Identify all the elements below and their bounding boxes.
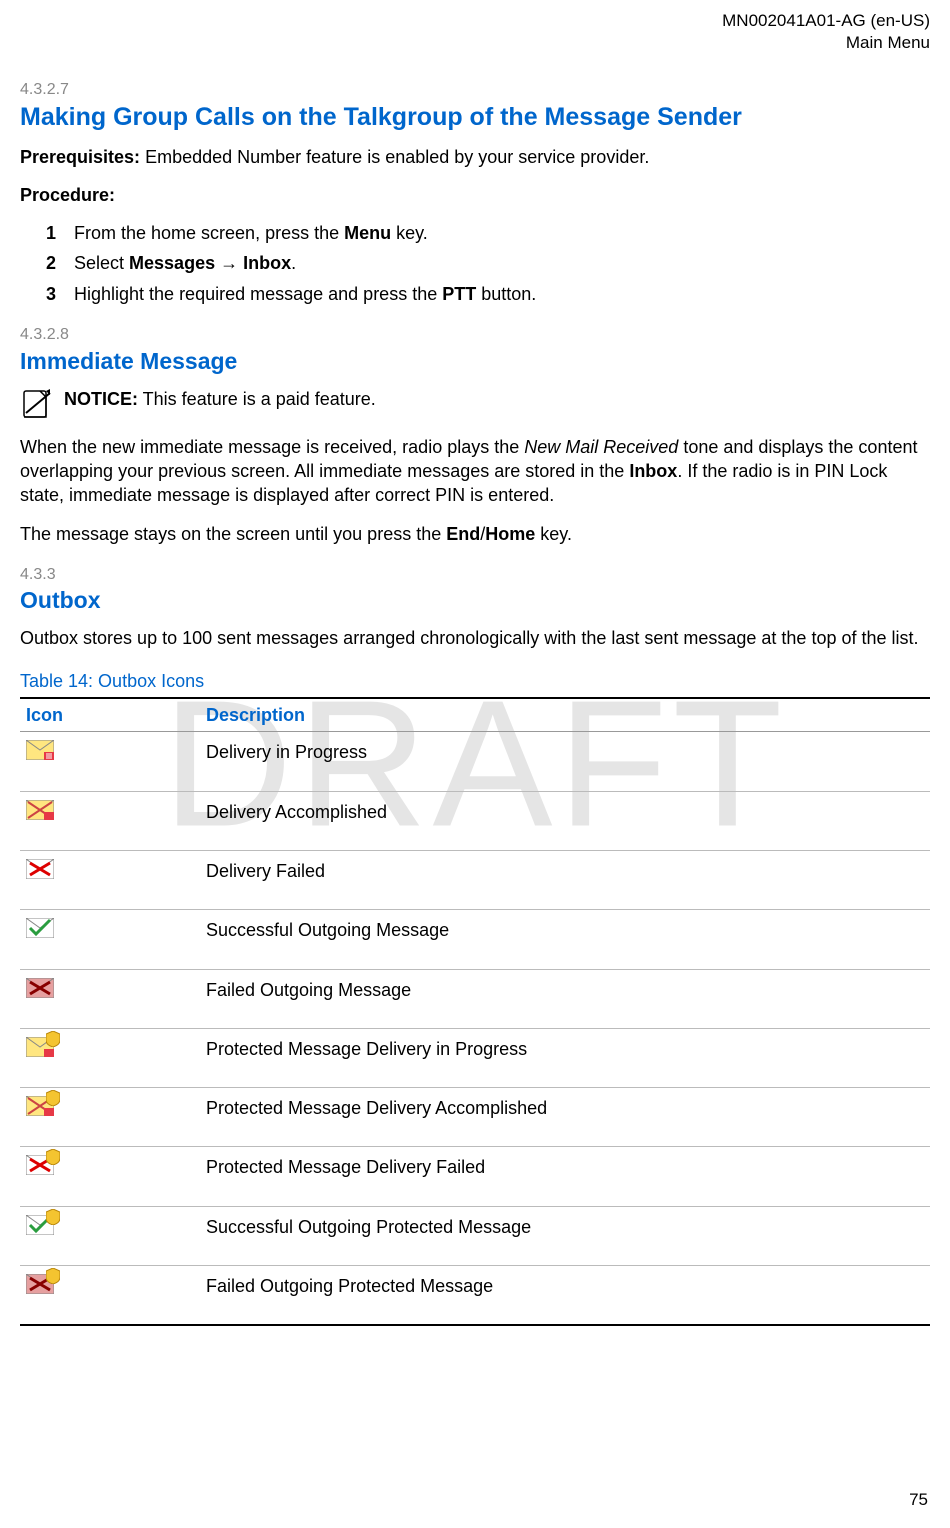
step-number: 2 <box>46 251 74 275</box>
table-row: Delivery Accomplished <box>20 791 930 850</box>
list-item: 3 Highlight the required message and pre… <box>46 282 930 306</box>
list-item: 2 Select Messages → Inbox. <box>46 251 930 275</box>
description-cell: Successful Outgoing Message <box>200 910 930 969</box>
list-item: 1 From the home screen, press the Menu k… <box>46 221 930 245</box>
page-number: 75 <box>909 1489 928 1512</box>
icon-cell <box>20 732 200 791</box>
table-row: Successful Outgoing Message <box>20 910 930 969</box>
step-text: Highlight the required message and press… <box>74 282 536 306</box>
paragraph: Outbox stores up to 100 sent messages ar… <box>20 626 930 650</box>
icon-cell <box>20 1266 200 1326</box>
icon-cell <box>20 1028 200 1087</box>
table-row: Successful Outgoing Protected Message <box>20 1206 930 1265</box>
table-row: Protected Message Delivery in Progress <box>20 1028 930 1087</box>
section-title: Making Group Calls on the Talkgroup of t… <box>20 101 930 135</box>
description-cell: Protected Message Delivery Accomplished <box>200 1088 930 1147</box>
procedure-label: Procedure: <box>20 183 930 207</box>
description-cell: Failed Outgoing Protected Message <box>200 1266 930 1326</box>
procedure-list: 1 From the home screen, press the Menu k… <box>46 221 930 306</box>
envelope-protected-accomplished-icon <box>26 1096 54 1122</box>
icon-cell <box>20 1147 200 1206</box>
page-header: MN002041A01-AG (en-US) Main Menu <box>20 10 930 54</box>
description-cell: Protected Message Delivery Failed <box>200 1147 930 1206</box>
icon-cell <box>20 791 200 850</box>
prereq-label: Prerequisites: <box>20 147 140 167</box>
step-text: Select Messages → Inbox. <box>74 251 296 275</box>
envelope-delivery-accomplished-icon <box>26 800 54 820</box>
table-row: Delivery Failed <box>20 850 930 909</box>
outbox-icons-table: Icon Description Delivery in Progress <box>20 697 930 1326</box>
step-text: From the home screen, press the Menu key… <box>74 221 428 245</box>
table-title: Table 14: Outbox Icons <box>20 669 930 693</box>
description-cell: Delivery Failed <box>200 850 930 909</box>
envelope-success-outgoing-icon <box>26 918 54 938</box>
description-cell: Delivery Accomplished <box>200 791 930 850</box>
table-row: Failed Outgoing Message <box>20 969 930 1028</box>
envelope-protected-failed-outgoing-icon <box>26 1274 54 1300</box>
icon-cell <box>20 969 200 1028</box>
notice-icon <box>20 387 52 419</box>
notice-text: NOTICE: This feature is a paid feature. <box>64 387 376 411</box>
notice: NOTICE: This feature is a paid feature. <box>20 387 930 419</box>
envelope-delivery-failed-icon <box>26 859 54 879</box>
table-row: Protected Message Delivery Accomplished <box>20 1088 930 1147</box>
doc-id: MN002041A01-AG (en-US) <box>20 10 930 32</box>
section-title: Outbox <box>20 585 930 616</box>
envelope-protected-failed-icon <box>26 1155 54 1181</box>
envelope-protected-progress-icon <box>26 1037 54 1063</box>
envelope-failed-outgoing-icon <box>26 978 54 998</box>
envelope-protected-success-outgoing-icon <box>26 1215 54 1241</box>
icon-cell <box>20 1088 200 1147</box>
table-row: Delivery in Progress <box>20 732 930 791</box>
table-row: Failed Outgoing Protected Message <box>20 1266 930 1326</box>
icon-cell <box>20 1206 200 1265</box>
step-number: 1 <box>46 221 74 245</box>
step-number: 3 <box>46 282 74 306</box>
section-number: 4.3.2.7 <box>20 79 930 101</box>
description-cell: Protected Message Delivery in Progress <box>200 1028 930 1087</box>
envelope-delivery-progress-icon <box>26 740 54 760</box>
section-number: 4.3.3 <box>20 564 930 586</box>
paragraph: When the new immediate message is receiv… <box>20 435 930 508</box>
description-cell: Successful Outgoing Protected Message <box>200 1206 930 1265</box>
table-header-description: Description <box>200 698 930 732</box>
section-name: Main Menu <box>20 32 930 54</box>
section-number: 4.3.2.8 <box>20 324 930 346</box>
paragraph: The message stays on the screen until yo… <box>20 522 930 546</box>
prerequisites: Prerequisites: Embedded Number feature i… <box>20 145 930 169</box>
section-title: Immediate Message <box>20 346 930 377</box>
description-cell: Delivery in Progress <box>200 732 930 791</box>
prereq-text: Embedded Number feature is enabled by yo… <box>140 147 649 167</box>
table-header-icon: Icon <box>20 698 200 732</box>
page-content: MN002041A01-AG (en-US) Main Menu 4.3.2.7… <box>20 10 930 1326</box>
icon-cell <box>20 850 200 909</box>
icon-cell <box>20 910 200 969</box>
table-row: Protected Message Delivery Failed <box>20 1147 930 1206</box>
description-cell: Failed Outgoing Message <box>200 969 930 1028</box>
